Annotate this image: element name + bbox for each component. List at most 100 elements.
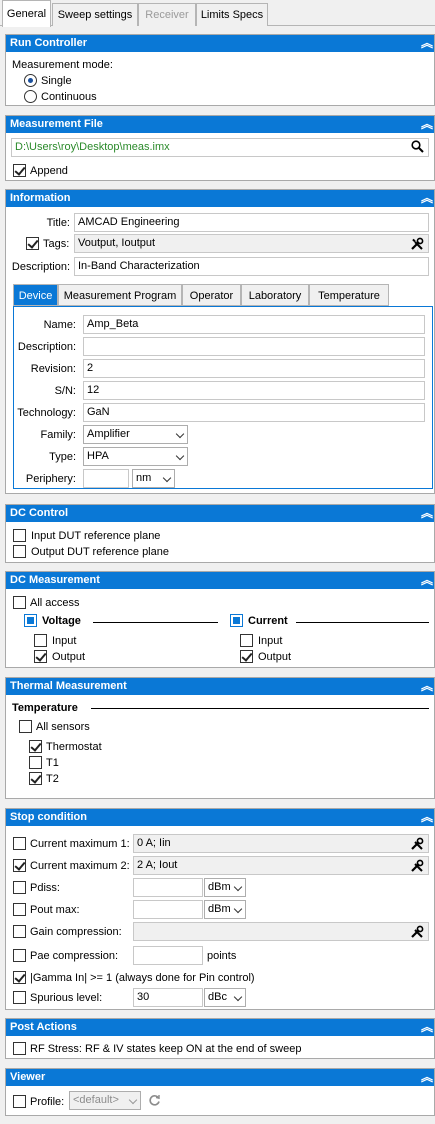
all-access-checkbox[interactable] bbox=[13, 596, 26, 609]
single-label[interactable]: Single bbox=[41, 75, 72, 87]
tab-sweep-settings[interactable]: Sweep settings bbox=[52, 3, 138, 26]
pae-compression-label[interactable]: Pae compression: bbox=[30, 950, 118, 962]
current-input-label[interactable]: Input bbox=[258, 635, 282, 647]
double-chevron-up-icon[interactable]: ︽ bbox=[421, 35, 433, 52]
revision-input[interactable]: 2 bbox=[83, 359, 425, 378]
spurious-level-checkbox[interactable] bbox=[13, 991, 26, 1004]
current-input-checkbox[interactable] bbox=[240, 634, 253, 647]
pdiss-label[interactable]: Pdiss: bbox=[30, 882, 60, 894]
type-select[interactable]: HPA bbox=[83, 447, 188, 466]
pdiss-input[interactable] bbox=[133, 878, 203, 897]
thermal-measurement-header[interactable]: Thermal Measurement ︽ bbox=[6, 678, 434, 695]
append-label[interactable]: Append bbox=[30, 165, 68, 177]
voltage-input-label[interactable]: Input bbox=[52, 635, 76, 647]
pae-compression-input[interactable] bbox=[133, 946, 203, 965]
current-max1-checkbox[interactable] bbox=[13, 837, 26, 850]
current-output-label[interactable]: Output bbox=[258, 651, 291, 663]
device-name-input[interactable]: Amp_Beta bbox=[83, 315, 425, 334]
measurement-file-header[interactable]: Measurement File ︽ bbox=[6, 116, 434, 133]
voltage-output-label[interactable]: Output bbox=[52, 651, 85, 663]
gamma-in-checkbox[interactable] bbox=[13, 971, 26, 984]
current-max1-label[interactable]: Current maximum 1: bbox=[30, 838, 130, 850]
output-ref-plane-label[interactable]: Output DUT reference plane bbox=[31, 546, 169, 558]
sn-input[interactable]: 12 bbox=[83, 381, 425, 400]
double-chevron-up-icon[interactable]: ︽ bbox=[421, 1019, 433, 1036]
measurement-file-path-input[interactable]: D:\Users\roy\Desktop\meas.imx bbox=[11, 138, 429, 157]
append-checkbox[interactable] bbox=[13, 164, 26, 177]
voltage-label[interactable]: Voltage bbox=[42, 615, 81, 627]
output-ref-plane-checkbox[interactable] bbox=[13, 545, 26, 558]
all-access-label[interactable]: All access bbox=[30, 597, 80, 609]
family-select[interactable]: Amplifier bbox=[83, 425, 188, 444]
current-max2-checkbox[interactable] bbox=[13, 859, 26, 872]
continuous-label[interactable]: Continuous bbox=[41, 91, 97, 103]
tab-limits-specs[interactable]: Limits Specs bbox=[196, 3, 268, 26]
tab-device[interactable]: Device bbox=[13, 284, 58, 306]
double-chevron-up-icon[interactable]: ︽ bbox=[421, 505, 433, 522]
rf-stress-label[interactable]: RF Stress: RF & IV states keep ON at the… bbox=[30, 1043, 301, 1055]
all-sensors-label[interactable]: All sensors bbox=[36, 721, 90, 733]
viewer-header[interactable]: Viewer ︽ bbox=[6, 1069, 434, 1086]
double-chevron-up-icon[interactable]: ︽ bbox=[421, 809, 433, 826]
all-sensors-checkbox[interactable] bbox=[19, 720, 32, 733]
voltage-input-checkbox[interactable] bbox=[34, 634, 47, 647]
t1-checkbox[interactable] bbox=[29, 756, 42, 769]
stop-condition-header[interactable]: Stop condition ︽ bbox=[6, 809, 434, 826]
gain-compression-input[interactable] bbox=[133, 922, 429, 941]
current-max1-input[interactable]: 0 A; Iin bbox=[133, 834, 429, 853]
periphery-unit-select[interactable]: nm bbox=[132, 469, 175, 488]
input-ref-plane-label[interactable]: Input DUT reference plane bbox=[31, 530, 160, 542]
input-ref-plane-checkbox[interactable] bbox=[13, 529, 26, 542]
gain-compression-checkbox[interactable] bbox=[13, 925, 26, 938]
tags-label[interactable]: Tags: bbox=[43, 238, 69, 250]
current-max2-label[interactable]: Current maximum 2: bbox=[30, 860, 130, 872]
current-label[interactable]: Current bbox=[248, 615, 288, 627]
pdiss-checkbox[interactable] bbox=[13, 881, 26, 894]
gain-compression-label[interactable]: Gain compression: bbox=[30, 926, 122, 938]
dc-measurement-header[interactable]: DC Measurement ︽ bbox=[6, 572, 434, 589]
double-chevron-up-icon[interactable]: ︽ bbox=[421, 1069, 433, 1086]
spurious-unit-select[interactable]: dBc bbox=[204, 988, 246, 1007]
t2-label[interactable]: T2 bbox=[46, 773, 59, 785]
description-input[interactable]: In-Band Characterization bbox=[74, 257, 429, 276]
continuous-radio[interactable] bbox=[24, 90, 37, 103]
profile-label[interactable]: Profile: bbox=[30, 1096, 64, 1108]
run-controller-header[interactable]: Run Controller ︽ bbox=[6, 35, 434, 52]
tab-temperature[interactable]: Temperature bbox=[309, 284, 389, 306]
current-max2-input[interactable]: 2 A; Iout bbox=[133, 856, 429, 875]
wrench-screwdriver-icon[interactable] bbox=[410, 237, 424, 253]
double-chevron-up-icon[interactable]: ︽ bbox=[421, 678, 433, 695]
title-input[interactable]: AMCAD Engineering bbox=[74, 213, 429, 232]
dc-control-header[interactable]: DC Control ︽ bbox=[6, 505, 434, 522]
voltage-checkbox[interactable] bbox=[24, 614, 37, 627]
pae-compression-checkbox[interactable] bbox=[13, 949, 26, 962]
double-chevron-up-icon[interactable]: ︽ bbox=[421, 116, 433, 133]
wrench-screwdriver-icon[interactable] bbox=[410, 859, 424, 875]
technology-input[interactable]: GaN bbox=[83, 403, 425, 422]
current-output-checkbox[interactable] bbox=[240, 650, 253, 663]
t1-label[interactable]: T1 bbox=[46, 757, 59, 769]
spurious-level-input[interactable]: 30 bbox=[133, 988, 203, 1007]
tab-laboratory[interactable]: Laboratory bbox=[241, 284, 309, 306]
search-icon[interactable] bbox=[411, 140, 424, 156]
current-checkbox[interactable] bbox=[230, 614, 243, 627]
t2-checkbox[interactable] bbox=[29, 772, 42, 785]
periphery-input[interactable] bbox=[83, 469, 129, 488]
gamma-in-label[interactable]: |Gamma In| >= 1 (always done for Pin con… bbox=[30, 972, 255, 984]
tab-operator[interactable]: Operator bbox=[182, 284, 241, 306]
spurious-level-label[interactable]: Spurious level: bbox=[30, 992, 102, 1004]
profile-select[interactable]: <default> bbox=[69, 1091, 141, 1110]
tab-measurement-program[interactable]: Measurement Program bbox=[58, 284, 182, 306]
rf-stress-checkbox[interactable] bbox=[13, 1042, 26, 1055]
thermostat-checkbox[interactable] bbox=[29, 740, 42, 753]
pout-unit-select[interactable]: dBm bbox=[204, 900, 246, 919]
tags-input[interactable]: Voutput, Ioutput bbox=[74, 234, 429, 253]
post-actions-header[interactable]: Post Actions ︽ bbox=[6, 1019, 434, 1036]
profile-checkbox[interactable] bbox=[13, 1095, 26, 1108]
single-radio[interactable] bbox=[24, 74, 37, 87]
information-header[interactable]: Information ︽ bbox=[6, 190, 434, 207]
double-chevron-up-icon[interactable]: ︽ bbox=[421, 572, 433, 589]
tab-general[interactable]: General bbox=[2, 0, 51, 27]
device-description-input[interactable] bbox=[83, 337, 425, 356]
pout-max-input[interactable] bbox=[133, 900, 203, 919]
